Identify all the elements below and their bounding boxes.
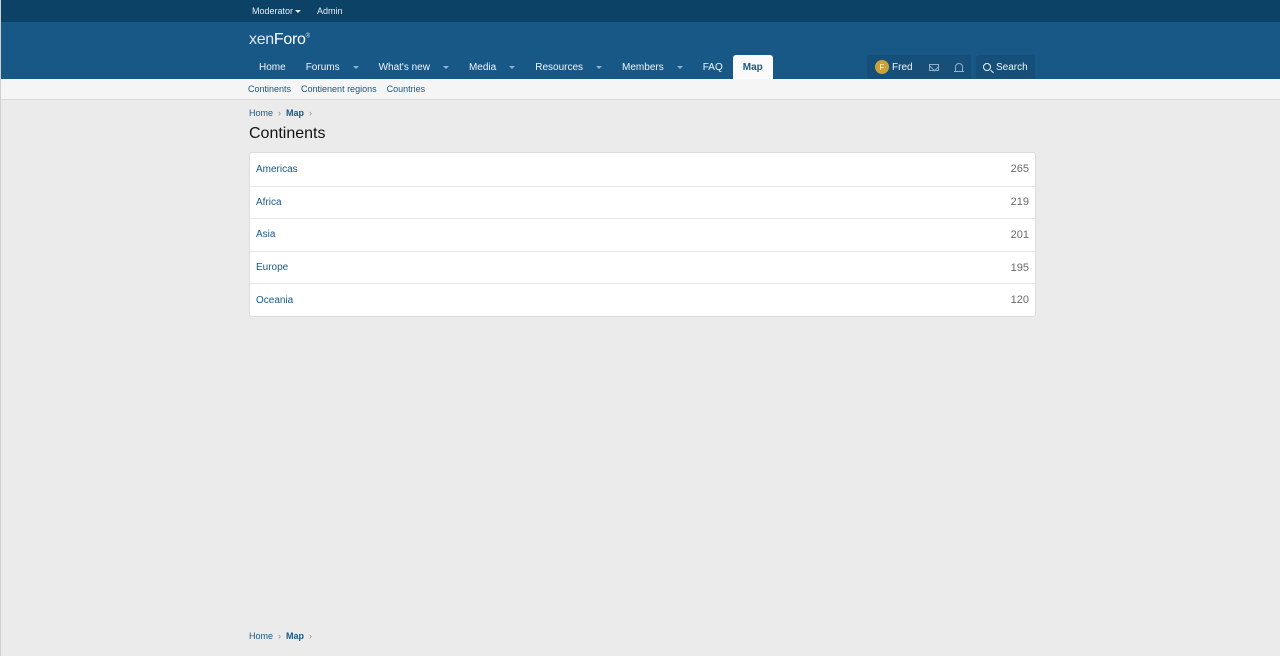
breadcrumb-map[interactable]: Map (286, 108, 304, 118)
nav-tab-resources[interactable]: Resources (525, 55, 612, 79)
page-title: Continents (249, 125, 326, 142)
site-logo[interactable]: xenForo® (249, 31, 310, 49)
continent-count: 195 (1010, 261, 1029, 274)
chevron-down-icon[interactable] (509, 65, 516, 69)
continent-count: 120 (1010, 294, 1029, 307)
chevron-right-icon: › (278, 631, 282, 641)
envelope-icon (928, 63, 939, 71)
sub-nav-countries[interactable]: Countries (387, 84, 426, 94)
chevron-down-icon[interactable] (352, 65, 359, 69)
moderator-label: Moderator (252, 6, 294, 16)
continent-link[interactable]: Asia (256, 229, 275, 240)
nav-tab-label: Media (468, 61, 497, 73)
continent-link[interactable]: Americas (256, 164, 298, 175)
breadcrumb-home[interactable]: Home (249, 631, 273, 641)
nav-tab-members[interactable]: Members (612, 55, 693, 79)
list-item: Asia 201 (250, 218, 1035, 251)
logo-registered-mark: ® (305, 33, 310, 40)
site-header: xenForo® Home Forums What's new Media Re… (1, 22, 1280, 79)
main-nav: Home Forums What's new Media Resources M… (249, 55, 773, 79)
list-item: Americas 265 (250, 153, 1035, 186)
continent-link[interactable]: Africa (256, 197, 282, 208)
nav-tab-label: Members (622, 61, 664, 73)
nav-tab-label: Resources (535, 61, 584, 73)
conversations-button[interactable] (921, 55, 947, 79)
nav-tab-media[interactable]: Media (459, 55, 525, 79)
breadcrumb-home[interactable]: Home (249, 108, 273, 118)
chevron-right-icon: › (309, 631, 313, 641)
username: Fred (892, 61, 913, 73)
logo-text-light: xen (249, 31, 274, 48)
sub-nav: Continents Contienent regions Countries (1, 79, 1280, 100)
list-item: Oceania 120 (250, 283, 1035, 316)
nav-tab-label: FAQ (702, 61, 723, 73)
chevron-right-icon: › (278, 108, 282, 118)
continents-list: Americas 265 Africa 219 Asia 201 Europe … (249, 152, 1036, 317)
avatar: F (875, 60, 889, 74)
chevron-down-icon[interactable] (442, 65, 449, 69)
search-label: Search (996, 61, 1028, 73)
breadcrumb-map[interactable]: Map (286, 631, 304, 641)
continent-link[interactable]: Oceania (256, 295, 293, 306)
nav-tab-whats-new[interactable]: What's new (369, 55, 459, 79)
nav-tab-map[interactable]: Map (732, 55, 773, 79)
breadcrumb: Home › Map › (249, 108, 317, 118)
chevron-down-icon[interactable] (676, 65, 683, 69)
continent-count: 219 (1010, 196, 1029, 209)
bell-icon (953, 63, 964, 72)
breadcrumb-footer: Home › Map › (249, 631, 317, 641)
nav-tab-label: What's new (378, 61, 430, 73)
continent-count: 265 (1010, 163, 1029, 176)
staff-bar: Moderator Admin (1, 0, 1280, 22)
sub-nav-continent-regions[interactable]: Contienent regions (301, 84, 377, 94)
logo-text-bold: Foro (273, 31, 306, 48)
nav-tab-label: Map (742, 61, 763, 73)
sub-nav-continents[interactable]: Continents (248, 84, 291, 94)
nav-tab-label: Home (259, 61, 286, 73)
alerts-button[interactable] (947, 55, 971, 79)
moderator-menu[interactable]: Moderator (252, 6, 302, 16)
search-icon (983, 63, 991, 71)
admin-link[interactable]: Admin (317, 6, 343, 16)
chevron-down-icon[interactable] (596, 65, 603, 69)
nav-tab-label: Forums (305, 61, 340, 73)
nav-tab-faq[interactable]: FAQ (693, 55, 733, 79)
list-item: Europe 195 (250, 250, 1035, 284)
continent-count: 201 (1010, 228, 1029, 241)
search-button[interactable]: Search (976, 55, 1035, 79)
nav-tab-forums[interactable]: Forums (296, 55, 369, 79)
list-item: Africa 219 (250, 185, 1035, 219)
continent-link[interactable]: Europe (256, 262, 288, 273)
account-menu[interactable]: F Fred (867, 55, 921, 79)
nav-tab-home[interactable]: Home (249, 55, 296, 79)
chevron-down-icon (295, 9, 302, 13)
chevron-right-icon: › (309, 108, 313, 118)
user-nav: F Fred (867, 55, 971, 79)
